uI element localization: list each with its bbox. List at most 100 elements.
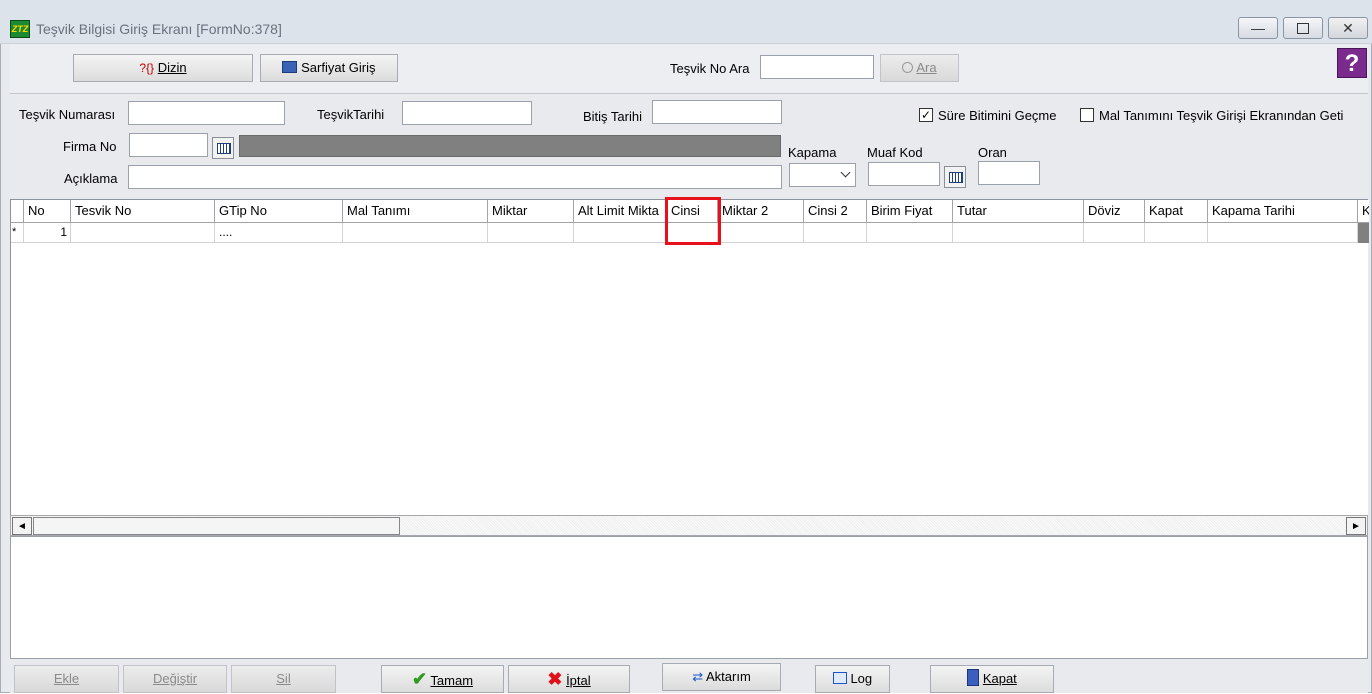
bitis-tarihi-label: Bitiş Tarihi: [583, 109, 643, 124]
sil-label: Sil: [276, 671, 291, 686]
aciklama-input[interactable]: [128, 165, 782, 189]
dizin-label: Dizin: [157, 60, 187, 75]
tesvik-no-search-input[interactable]: [760, 55, 874, 79]
muaf-kod-label: Muaf Kod: [867, 145, 923, 160]
help-icon[interactable]: ?: [1337, 48, 1367, 78]
search-label: Teşvik No Ara: [670, 61, 750, 76]
log-icon: [832, 672, 847, 684]
col-header-alt-limit-miktar[interactable]: Alt Limit Mikta: [574, 200, 667, 223]
mal-tanimi-checkbox[interactable]: [1080, 108, 1094, 122]
col-header-no[interactable]: No: [24, 200, 71, 223]
col-header-gtip-no[interactable]: GTip No: [215, 200, 343, 223]
muaf-kod-input[interactable]: [868, 162, 940, 186]
col-header-k[interactable]: K: [1358, 200, 1369, 223]
firma-no-input[interactable]: [129, 133, 208, 157]
degistir-button[interactable]: Değiştir: [123, 665, 227, 693]
sarfiyat-giris-button[interactable]: Sarfiyat Giriş: [260, 54, 398, 82]
table-cell-tutar[interactable]: [953, 223, 1084, 243]
oran-input[interactable]: [978, 161, 1040, 185]
table-cell-kapat[interactable]: [1145, 223, 1208, 243]
detail-panel: [10, 536, 1368, 659]
degistir-label: Değiştir: [152, 671, 198, 686]
col-header-tutar[interactable]: Tutar: [953, 200, 1084, 223]
firma-name-field: [239, 135, 781, 157]
kapama-select[interactable]: [789, 163, 856, 187]
aktarim-button[interactable]: ⇄ Aktarım: [662, 663, 781, 691]
title-bar: ZTZ Teşvik Bilgisi Giriş Ekranı [FormNo:…: [0, 0, 1372, 44]
tesvik-tarihi-input[interactable]: [402, 101, 532, 125]
check-icon: ✓: [920, 108, 932, 122]
col-header-mal-tanimi[interactable]: Mal Tanımı: [343, 200, 488, 223]
table-cell-miktar[interactable]: [488, 223, 574, 243]
restore-icon: [1297, 23, 1309, 34]
ekle-button[interactable]: Ekle: [14, 665, 119, 693]
app-icon: ZTZ: [10, 20, 30, 38]
checkmark-icon: ✔: [411, 669, 428, 689]
magnifier-icon: [902, 62, 914, 73]
minimize-icon: —: [1251, 20, 1265, 36]
log-button[interactable]: Log: [815, 665, 890, 693]
col-header-birim-fiyat[interactable]: Birim Fiyat: [867, 200, 953, 223]
tesvik-tarihi-label: TeşvikTarihi: [317, 107, 385, 122]
bitis-tarihi-input[interactable]: [652, 100, 782, 124]
ara-button[interactable]: Ara: [880, 54, 959, 82]
chevron-down-icon: [840, 167, 851, 178]
firma-no-label: Firma No: [63, 139, 117, 154]
highlight-box-cinsi: [665, 197, 721, 245]
col-header-cinsi-2[interactable]: Cinsi 2: [804, 200, 867, 223]
iptal-label: İptal: [566, 673, 591, 688]
tesvik-numarasi-input[interactable]: [128, 101, 285, 125]
grid-header-corner: [11, 200, 24, 223]
col-header-kapat[interactable]: Kapat: [1145, 200, 1208, 223]
table-cell-miktar-2[interactable]: [718, 223, 804, 243]
restore-button[interactable]: [1283, 17, 1323, 39]
printer-icon: [282, 61, 298, 73]
table-cell-kapama-tarihi[interactable]: [1208, 223, 1358, 243]
aktarim-label: Aktarım: [706, 669, 751, 684]
table-cell-no[interactable]: 1: [24, 223, 71, 243]
col-header-kapama-tarihi[interactable]: Kapama Tarihi: [1208, 200, 1358, 223]
row-indicator[interactable]: *: [11, 223, 24, 243]
table-cell-mal-tanimi[interactable]: [343, 223, 488, 243]
muaf-kod-lookup-button[interactable]: [944, 166, 966, 188]
sure-bitimi-checkbox[interactable]: ✓: [919, 108, 933, 122]
table-cell-tesvik-no[interactable]: [71, 223, 215, 243]
iptal-button[interactable]: ✖ İptal: [508, 665, 630, 693]
table-cell-doviz[interactable]: [1084, 223, 1145, 243]
table-cell-alt-limit[interactable]: [574, 223, 667, 243]
sure-bitimi-label: Süre Bitimini Geçme: [938, 108, 1057, 123]
dizin-icon: ?{}: [139, 61, 155, 75]
data-grid[interactable]: No Tesvik No GTip No Mal Tanımı Miktar A…: [10, 199, 1369, 517]
tamam-button[interactable]: ✔ Tamam: [381, 665, 504, 693]
log-label: Log: [850, 671, 873, 686]
col-header-miktar-2[interactable]: Miktar 2: [718, 200, 804, 223]
close-window-button[interactable]: ✕: [1328, 17, 1368, 39]
x-icon: ✖: [547, 669, 563, 689]
sarfiyat-label: Sarfiyat Giriş: [301, 60, 376, 75]
table-cell-birim-fiyat[interactable]: [867, 223, 953, 243]
table-cell-cinsi-2[interactable]: [804, 223, 867, 243]
firma-lookup-button[interactable]: [212, 137, 234, 159]
sil-button[interactable]: Sil: [231, 665, 336, 693]
dizin-button[interactable]: ?{} Dizin: [73, 54, 253, 82]
vertical-scrollbar-thumb[interactable]: [1358, 223, 1369, 243]
oran-label: Oran: [978, 145, 1007, 160]
table-cell-gtip-no[interactable]: ....: [215, 223, 343, 243]
mal-tanimi-label: Mal Tanımını Teşvik Girişi Ekranından Ge…: [1099, 108, 1344, 123]
horizontal-scrollbar[interactable]: ◄ ►: [10, 515, 1368, 536]
window-title: Teşvik Bilgisi Giriş Ekranı [FormNo:378]: [36, 21, 282, 37]
transfer-icon: ⇄: [692, 669, 704, 684]
ekle-label: Ekle: [53, 671, 80, 686]
col-header-doviz[interactable]: Döviz: [1084, 200, 1145, 223]
scroll-left-arrow-icon[interactable]: ◄: [12, 517, 32, 535]
minimize-button[interactable]: —: [1238, 17, 1278, 39]
aciklama-label: Açıklama: [64, 171, 118, 186]
scrollbar-thumb[interactable]: [33, 517, 400, 535]
col-header-tesvik-no[interactable]: Tesvik No: [71, 200, 215, 223]
close-icon: ✕: [1342, 20, 1354, 36]
door-icon: [967, 669, 980, 686]
scroll-right-arrow-icon[interactable]: ►: [1346, 517, 1366, 535]
col-header-miktar[interactable]: Miktar: [488, 200, 574, 223]
kapat-button[interactable]: Kapat: [930, 665, 1054, 693]
kapama-label: Kapama: [788, 145, 837, 160]
